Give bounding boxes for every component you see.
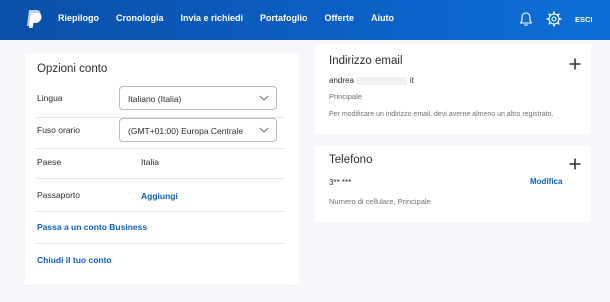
divider <box>36 148 285 149</box>
phone-card: Telefono 3** *** Modifica Numero di cell… <box>315 146 591 222</box>
nav-riepilogo[interactable]: Riepilogo <box>58 13 99 23</box>
nav-portafoglio[interactable]: Portafoglio <box>260 13 308 23</box>
language-select-value: Italiano (Italia) <box>128 94 182 104</box>
account-options-title: Opzioni conto <box>37 63 108 75</box>
divider <box>36 243 285 244</box>
country-value: Italia <box>141 157 159 167</box>
phone-title: Telefono <box>329 154 373 166</box>
language-select[interactable]: Italiano (Italia) <box>119 86 277 110</box>
email-address-end: it <box>409 76 414 85</box>
account-options-card: Opzioni conto Lingua Italiano (Italia) F… <box>25 54 299 284</box>
add-email-plus-icon[interactable] <box>569 58 581 70</box>
chevron-down-icon <box>259 127 269 133</box>
main-nav: Riepilogo Cronologia Invia e richiedi Po… <box>58 13 411 23</box>
nav-cronologia[interactable]: Cronologia <box>116 13 164 23</box>
add-passport-link[interactable]: Aggiungi <box>141 191 178 201</box>
logout-button[interactable]: ESCI <box>575 15 593 24</box>
divider <box>36 211 285 212</box>
email-card: Indirizzo email andrea it Principale Per … <box>315 44 591 134</box>
bell-icon[interactable] <box>518 11 534 27</box>
country-label: Paese <box>37 157 62 167</box>
email-redacted <box>356 76 407 85</box>
timezone-select[interactable]: (GMT+01:00) Europa Centrale <box>119 118 277 142</box>
language-label: Lingua <box>37 93 63 103</box>
chevron-down-icon <box>259 95 269 101</box>
gear-icon[interactable] <box>546 11 562 27</box>
email-address: andrea it <box>329 76 414 85</box>
nav-invia-e-richiedi[interactable]: Invia e richiedi <box>181 13 244 23</box>
email-type: Principale <box>329 92 362 101</box>
passport-label: Passaporto <box>37 190 80 200</box>
close-account-link[interactable]: Chiudi il tuo conto <box>37 255 112 265</box>
add-phone-plus-icon[interactable] <box>569 158 581 170</box>
paypal-logo[interactable] <box>26 9 42 29</box>
top-navigation-bar: Riepilogo Cronologia Invia e richiedi Po… <box>0 0 610 40</box>
nav-offerte[interactable]: Offerte <box>325 13 355 23</box>
nav-aiuto[interactable]: Aiuto <box>371 13 394 23</box>
upgrade-to-business-link[interactable]: Passa a un conto Business <box>37 222 147 232</box>
edit-phone-link[interactable]: Modifica <box>530 177 562 186</box>
timezone-select-value: (GMT+01:00) Europa Centrale <box>128 126 244 136</box>
timezone-label: Fuso orario <box>37 125 80 135</box>
email-address-start: andrea <box>329 76 354 85</box>
email-title: Indirizzo email <box>329 55 403 67</box>
email-note: Per modificare un indirizzo email, devi … <box>329 111 554 118</box>
phone-description: Numero di cellulare, Principale <box>329 197 431 206</box>
phone-number: 3** *** <box>329 178 352 187</box>
divider <box>36 178 285 179</box>
